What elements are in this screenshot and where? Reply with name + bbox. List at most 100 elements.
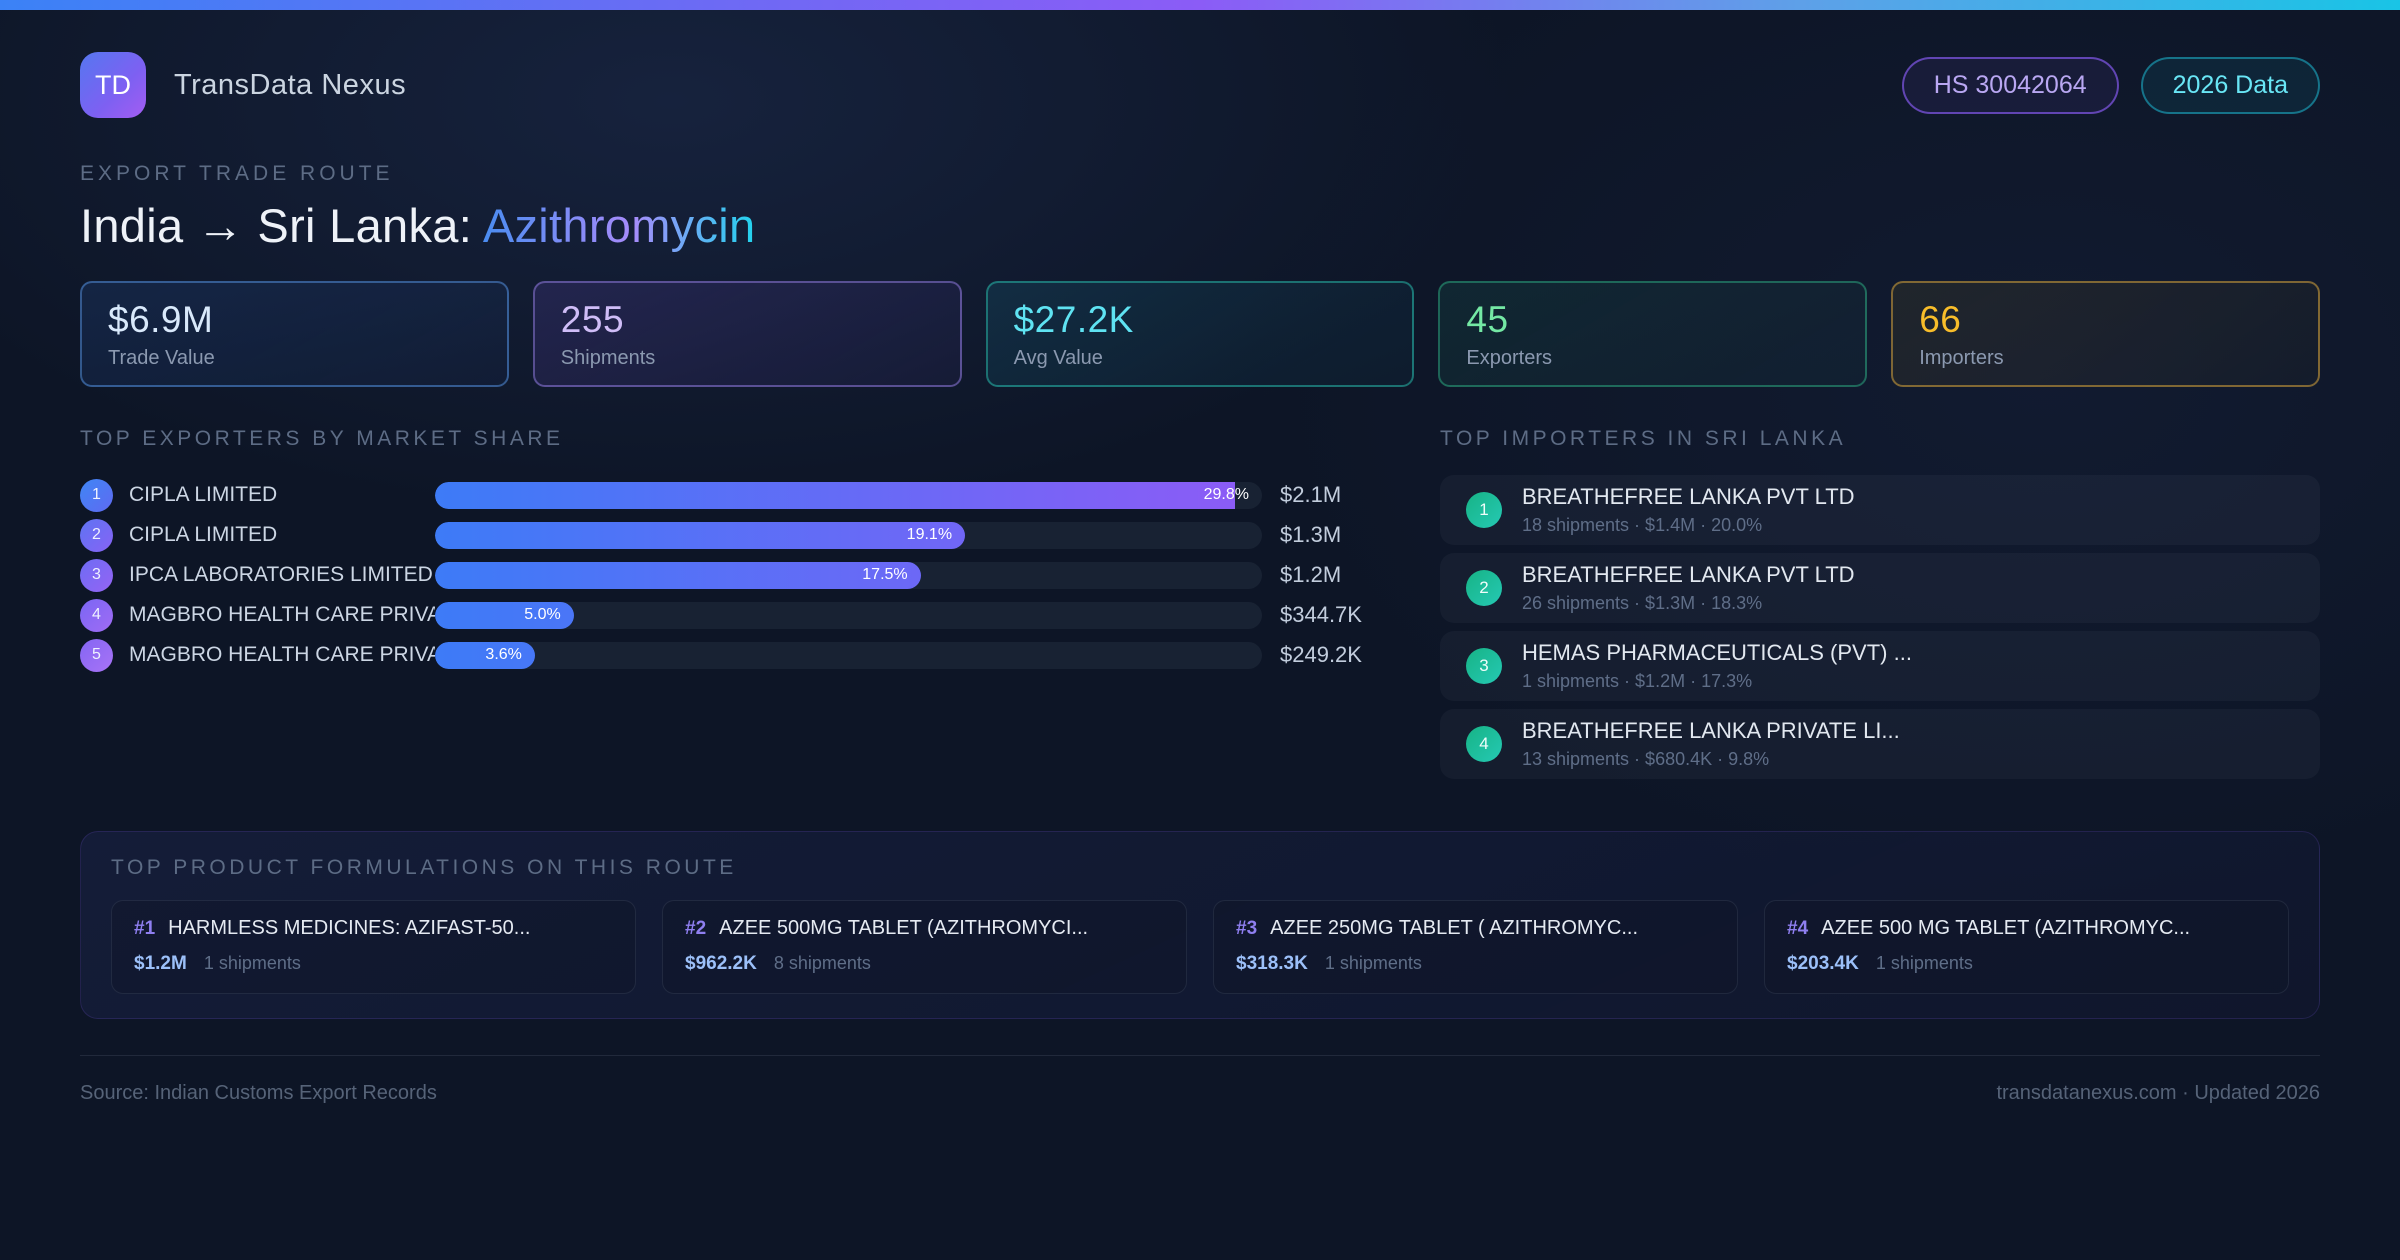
brand-name: TransData Nexus	[174, 68, 407, 101]
rank-badge: 4	[80, 598, 113, 632]
share-percent-label: 29.8%	[1203, 486, 1249, 503]
title-product: Azithromycin	[482, 199, 756, 252]
rank-badge: 2	[80, 518, 113, 552]
market-share-bar: 19.1%	[435, 521, 966, 549]
product-top: #1 HARMLESS MEDICINES: AZIFAST-50...	[134, 917, 613, 940]
brand: TD TransData Nexus	[80, 52, 406, 118]
rank-badge: 1	[80, 478, 113, 512]
importer-name: HEMAS PHARMACEUTICALS (PVT) ...	[1522, 640, 1912, 665]
market-share-bar: 3.6%	[435, 641, 535, 669]
market-share-bar: 17.5%	[435, 561, 921, 589]
importer-info: HEMAS PHARMACEUTICALS (PVT) ... 1 shipme…	[1522, 640, 1912, 692]
importer-info: BREATHEFREE LANKA PRIVATE LI... 13 shipm…	[1522, 718, 1900, 770]
importers-section: TOP IMPORTERS IN SRI LANKA 1 BREATHEFREE…	[1440, 427, 2320, 787]
importer-meta: 18 shipments · $1.4M · 20.0%	[1522, 515, 1763, 535]
eyebrow-label: EXPORT TRADE ROUTE	[80, 162, 394, 185]
product-name: AZEE 250MG TABLET ( AZITHROMYC...	[1270, 917, 1639, 939]
importer-card[interactable]: 4 BREATHEFREE LANKA PRIVATE LI... 13 shi…	[1440, 709, 2320, 779]
exporter-name: CIPLA LIMITED	[129, 523, 278, 546]
product-top: #4 AZEE 500 MG TABLET (AZITHROMYC...	[1787, 917, 2266, 940]
exporter-row[interactable]: 4 MAGBRO HEALTH CARE PRIVATE... 5.0% $34…	[80, 595, 1398, 635]
products-grid: #1 HARMLESS MEDICINES: AZIFAST-50... $1.…	[111, 900, 2289, 994]
product-shipments: 1 shipments	[203, 953, 301, 973]
kpi-card-importers: 66 Importers	[1891, 281, 2320, 387]
importer-card[interactable]: 3 HEMAS PHARMACEUTICALS (PVT) ... 1 ship…	[1440, 631, 2320, 701]
kpi-label: Exporters	[1466, 347, 1552, 369]
importers-list: 1 BREATHEFREE LANKA PVT LTD 18 shipments…	[1440, 475, 2320, 779]
product-top: #2 AZEE 500MG TABLET (AZITHROMYCI...	[685, 917, 1164, 940]
share-percent-label: 3.6%	[485, 646, 522, 663]
kpi-card-shipments: 255 Shipments	[532, 281, 962, 387]
bar-track: 29.8%	[435, 481, 1262, 509]
product-bottom: $962.2K 8 shipments	[685, 953, 1164, 975]
importer-card[interactable]: 1 BREATHEFREE LANKA PVT LTD 18 shipments…	[1440, 475, 2320, 545]
exporter-name: CIPLA LIMITED	[129, 483, 278, 506]
footer-site: transdatanexus.com · Updated 2026	[1996, 1082, 2320, 1104]
exporters-heading: TOP EXPORTERS BY MARKET SHARE	[80, 427, 564, 450]
market-share-bar: 5.0%	[435, 601, 574, 629]
product-value: $318.3K	[1236, 953, 1308, 974]
products-panel: TOP PRODUCT FORMULATIONS ON THIS ROUTE #…	[80, 831, 2320, 1019]
importer-name: BREATHEFREE LANKA PVT LTD	[1522, 484, 1855, 509]
exporter-value: $249.2K	[1280, 642, 1362, 667]
product-shipments: 8 shipments	[773, 953, 871, 973]
importer-name: BREATHEFREE LANKA PVT LTD	[1522, 562, 1855, 587]
product-card[interactable]: #4 AZEE 500 MG TABLET (AZITHROMYC... $20…	[1764, 900, 2289, 994]
kpi-label: Avg Value	[1013, 347, 1103, 369]
product-rank: #3	[1236, 918, 1258, 939]
rank-badge: 3	[80, 558, 113, 592]
product-rank: #4	[1787, 918, 1809, 939]
exporter-row[interactable]: 1 CIPLA LIMITED 29.8% $2.1M	[80, 475, 1398, 515]
exporters-bar-chart: 1 CIPLA LIMITED 29.8% $2.1M 2 CIPLA LIMI…	[80, 475, 1398, 675]
share-percent-label: 5.0%	[524, 606, 561, 623]
accent-gradient-bar	[0, 0, 2400, 10]
brand-logo-text: TD	[95, 69, 131, 100]
importer-card[interactable]: 2 BREATHEFREE LANKA PVT LTD 26 shipments…	[1440, 553, 2320, 623]
exporter-row[interactable]: 3 IPCA LABORATORIES LIMITED 17.5% $1.2M	[80, 555, 1398, 595]
product-shipments: 1 shipments	[1875, 953, 1973, 973]
product-name: AZEE 500MG TABLET (AZITHROMYCI...	[719, 917, 1089, 939]
exporter-value: $1.2M	[1280, 562, 1342, 587]
kpi-label: Importers	[1919, 347, 2004, 369]
kpi-card-avg-value: $27.2K Avg Value	[985, 281, 1415, 387]
kpi-value: 66	[1919, 299, 1962, 340]
rank-badge: 1	[1466, 492, 1502, 528]
importer-info: BREATHEFREE LANKA PVT LTD 18 shipments ·…	[1522, 484, 1855, 536]
product-rank: #2	[685, 918, 707, 939]
bar-track: 19.1%	[435, 521, 1262, 549]
exporter-row[interactable]: 2 CIPLA LIMITED 19.1% $1.3M	[80, 515, 1398, 555]
rank-badge: 3	[1466, 648, 1502, 684]
product-card[interactable]: #1 HARMLESS MEDICINES: AZIFAST-50... $1.…	[111, 900, 636, 994]
kpi-label: Trade Value	[108, 347, 215, 369]
importer-meta: 26 shipments · $1.3M · 18.3%	[1522, 593, 1763, 613]
product-bottom: $1.2M 1 shipments	[134, 953, 613, 975]
product-card[interactable]: #2 AZEE 500MG TABLET (AZITHROMYCI... $96…	[662, 900, 1187, 994]
kpi-row: $6.9M Trade Value 255 Shipments $27.2K A…	[80, 281, 2320, 387]
page-title: India → Sri Lanka: Azithromycin	[80, 198, 2320, 253]
rank-badge: 5	[80, 638, 113, 672]
importer-name: BREATHEFREE LANKA PRIVATE LI...	[1522, 718, 1900, 743]
hs-code-chip[interactable]: HS 30042064	[1901, 56, 2119, 114]
brand-logo: TD	[80, 52, 146, 118]
product-value: $1.2M	[134, 953, 187, 974]
rank-badge: 4	[1466, 726, 1502, 762]
exporter-value: $344.7K	[1280, 602, 1362, 627]
exporter-name: MAGBRO HEALTH CARE PRIVATE...	[129, 643, 435, 666]
exporters-section: TOP EXPORTERS BY MARKET SHARE 1 CIPLA LI…	[80, 427, 1398, 675]
importers-heading: TOP IMPORTERS IN SRI LANKA	[1440, 427, 1847, 450]
product-value: $962.2K	[685, 953, 757, 974]
data-year-chip[interactable]: 2026 Data	[2140, 56, 2320, 114]
product-card[interactable]: #3 AZEE 250MG TABLET ( AZITHROMYC... $31…	[1213, 900, 1738, 994]
product-rank: #1	[134, 918, 156, 939]
kpi-value: 255	[560, 299, 625, 340]
importer-meta: 13 shipments · $680.4K · 9.8%	[1522, 749, 1770, 769]
exporter-row[interactable]: 5 MAGBRO HEALTH CARE PRIVATE... 3.6% $24…	[80, 635, 1398, 675]
exporter-value: $2.1M	[1280, 482, 1342, 507]
header-chips: HS 30042064 2026 Data	[1901, 56, 2320, 114]
title-route: India → Sri Lanka:	[80, 199, 483, 252]
product-bottom: $203.4K 1 shipments	[1787, 953, 2266, 975]
bar-track: 3.6%	[435, 641, 1262, 669]
footer: Source: Indian Customs Export Records tr…	[80, 1055, 2320, 1105]
kpi-value: $27.2K	[1013, 299, 1134, 340]
exporter-name: MAGBRO HEALTH CARE PRIVATE...	[129, 603, 435, 626]
